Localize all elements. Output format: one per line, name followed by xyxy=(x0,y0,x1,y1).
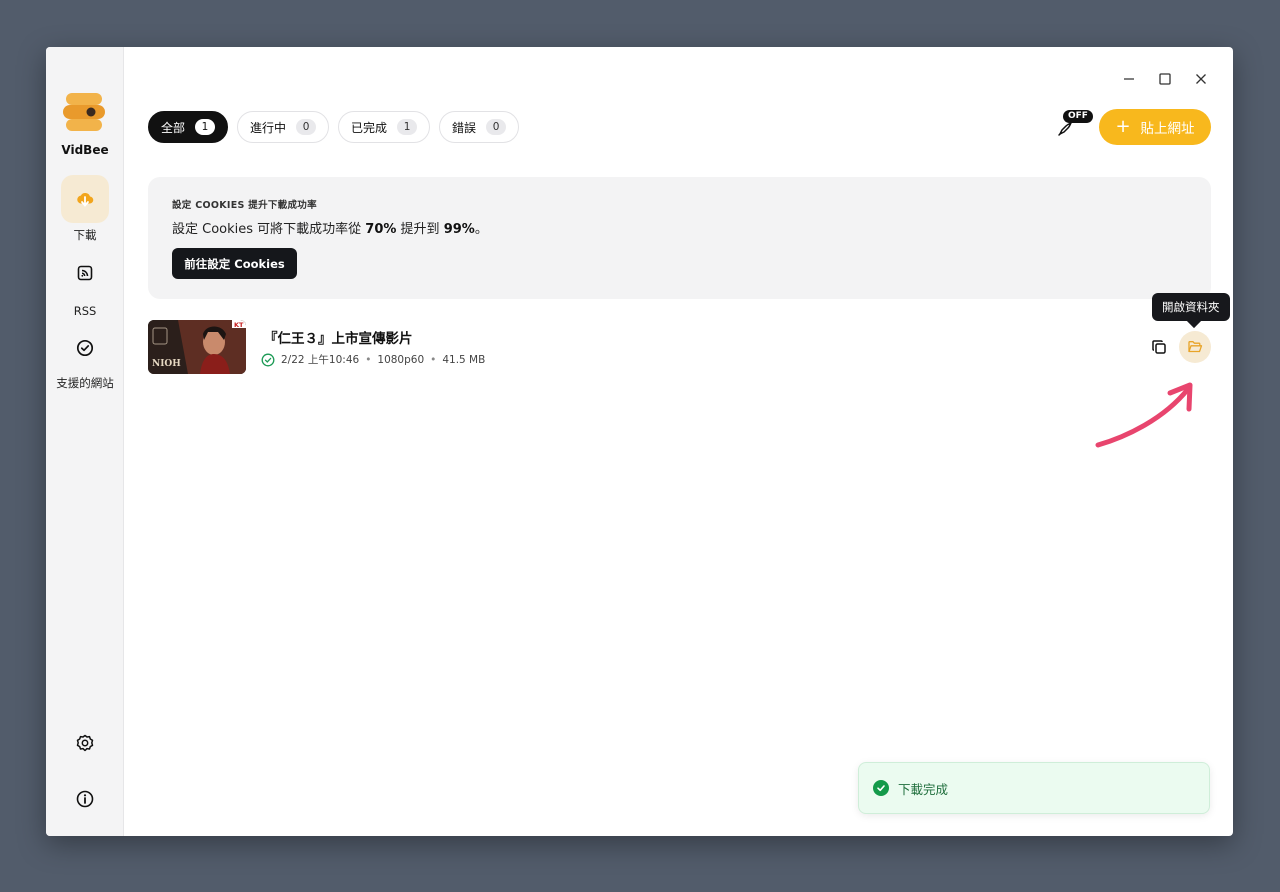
settings-button[interactable] xyxy=(46,733,124,753)
vidbee-logo xyxy=(63,91,105,133)
tab-in-progress[interactable]: 進行中 0 xyxy=(237,111,330,143)
meta-separator: • xyxy=(430,353,437,366)
close-button[interactable] xyxy=(1191,69,1211,89)
close-icon xyxy=(1196,74,1206,84)
sidebar-item-label: RSS xyxy=(73,304,97,318)
banner-text-part: 設定 Cookies 可將下載成功率從 xyxy=(172,222,366,237)
app-name: VidBee xyxy=(61,143,109,157)
sidebar-item-label: 支援的網站 xyxy=(56,376,114,390)
folder-open-icon xyxy=(1188,341,1203,353)
paste-url-button[interactable]: + 貼上網址 xyxy=(1099,109,1211,145)
tab-count-badge: 1 xyxy=(397,119,418,135)
to-rate: 99% xyxy=(443,222,475,237)
app-window: VidBee 下載 RSS 支援的網站 全部 1 進行中 0 已完成 1 錯誤 … xyxy=(46,47,1233,836)
sidebar: VidBee 下載 RSS 支援的網站 xyxy=(46,47,124,836)
download-size: 41.5 MB xyxy=(442,353,486,366)
maximize-button[interactable] xyxy=(1155,69,1175,89)
thumbnail-art: NIOH KT xyxy=(148,320,246,374)
from-rate: 70% xyxy=(365,222,397,237)
download-title[interactable]: 『仁王３』上市宣傳影片 xyxy=(264,327,413,347)
tab-label: 已完成 xyxy=(351,120,388,135)
tab-completed[interactable]: 已完成 1 xyxy=(338,111,431,143)
thumbnail-badge-text: KT xyxy=(234,321,244,329)
sidebar-item-supported-sites[interactable]: 支援的網站 xyxy=(46,324,124,390)
download-date: 2/22 上午10:46 xyxy=(281,354,360,366)
copy-icon xyxy=(1152,340,1166,354)
tab-label: 進行中 xyxy=(250,120,287,135)
rss-icon xyxy=(61,249,109,297)
check-circle-icon xyxy=(61,324,109,372)
minimize-icon xyxy=(1124,78,1134,80)
paste-url-label: 貼上網址 xyxy=(1140,121,1195,137)
tab-errors[interactable]: 錯誤 0 xyxy=(439,111,520,143)
open-folder-tooltip: 開啟資料夾 xyxy=(1152,293,1230,321)
download-meta: 2/22 上午10:46 • 1080p60 • 41.5 MB xyxy=(261,352,485,367)
go-to-cookies-settings-button[interactable]: 前往設定 Cookies xyxy=(172,248,297,279)
maximize-icon xyxy=(1159,73,1171,85)
toast-message: 下載完成 xyxy=(898,781,949,797)
sidebar-item-rss[interactable]: RSS xyxy=(46,249,124,318)
info-icon xyxy=(76,790,94,808)
download-cloud-icon xyxy=(61,175,109,223)
copy-link-button[interactable] xyxy=(1143,331,1175,363)
annotation-arrow xyxy=(1095,382,1193,448)
sidebar-item-label: 下載 xyxy=(73,228,97,242)
banner-text-part: 。 xyxy=(474,222,488,237)
open-folder-button[interactable] xyxy=(1179,331,1211,363)
one-click-download-toggle[interactable]: OFF xyxy=(1056,108,1094,140)
off-badge: OFF xyxy=(1063,110,1093,123)
download-quality: 1080p60 xyxy=(377,353,425,366)
tab-count-badge: 0 xyxy=(296,119,317,135)
tab-label: 全部 xyxy=(161,120,186,135)
download-item[interactable]: NIOH KT 『仁王３』上市宣傳影片 2/22 上午10:46 • 1080p… xyxy=(148,319,1211,375)
download-complete-toast: 下載完成 xyxy=(858,762,1210,814)
tab-count-badge: 0 xyxy=(486,119,507,135)
plus-icon: + xyxy=(1115,116,1131,137)
thumbnail-logo-text: NIOH xyxy=(152,359,181,369)
filter-tabs: 全部 1 進行中 0 已完成 1 錯誤 0 xyxy=(148,111,520,143)
banner-title: 設定 COOKIES 提升下載成功率 xyxy=(172,200,317,211)
tab-label: 錯誤 xyxy=(452,120,477,135)
banner-text: 設定 Cookies 可將下載成功率從 70% 提升到 99%。 xyxy=(172,218,488,237)
tab-count-badge: 1 xyxy=(195,119,216,135)
sidebar-item-download[interactable]: 下載 xyxy=(46,175,124,242)
about-button[interactable] xyxy=(46,789,124,809)
completed-check-icon xyxy=(261,353,275,366)
banner-text-part: 提升到 xyxy=(396,222,444,237)
tab-all[interactable]: 全部 1 xyxy=(148,111,229,143)
cookies-banner: 設定 COOKIES 提升下載成功率 設定 Cookies 可將下載成功率從 7… xyxy=(148,177,1211,299)
success-check-icon xyxy=(873,780,889,796)
meta-separator: • xyxy=(365,353,372,366)
minimize-button[interactable] xyxy=(1119,69,1139,89)
settings-gear-icon xyxy=(76,734,94,752)
video-thumbnail[interactable]: NIOH KT xyxy=(148,320,246,374)
window-controls xyxy=(1119,69,1211,89)
